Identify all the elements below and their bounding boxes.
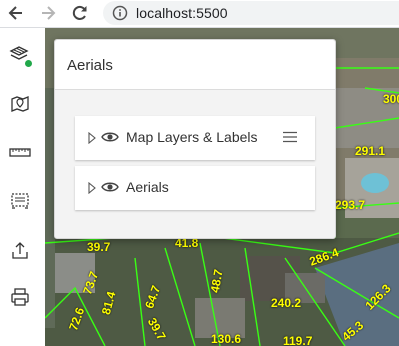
layer-label: Map Layers & Labels xyxy=(126,129,258,145)
parcel-label: 293.7 xyxy=(335,198,366,212)
parcel-label: 291.1 xyxy=(355,144,386,158)
parcel-label: 72.6 xyxy=(66,305,88,333)
hamburger-menu-icon[interactable] xyxy=(283,131,297,143)
parcel-label: 39.7 xyxy=(144,315,169,343)
chevron-right-icon[interactable] xyxy=(88,132,96,144)
parcel-label: 119.7 xyxy=(283,334,313,346)
layer-label: Aerials xyxy=(126,179,169,195)
parcel-label: 240.2 xyxy=(271,296,302,310)
reload-icon[interactable] xyxy=(70,3,90,23)
back-arrow-icon[interactable] xyxy=(6,3,26,23)
parcel-label: 130.6 xyxy=(211,332,242,346)
map-layers-icon[interactable] xyxy=(7,42,33,68)
layer-item-map-layers-labels[interactable]: Map Layers & Labels xyxy=(75,116,315,160)
printer-icon[interactable] xyxy=(7,284,33,310)
ruler-icon[interactable] xyxy=(7,140,33,166)
parcel-label: 73.7 xyxy=(80,269,102,297)
panel-title: Aerials xyxy=(67,57,113,74)
address-bar[interactable]: localhost:5500 xyxy=(103,1,399,25)
parcel-label: 81.4 xyxy=(98,289,119,317)
eye-visibility-icon[interactable] xyxy=(101,180,119,194)
parcel-label: 126.3 xyxy=(362,281,394,313)
info-icon[interactable] xyxy=(112,5,128,21)
layer-list-panel: Aerials Map Layers & Labels Aerials xyxy=(54,39,336,239)
active-indicator xyxy=(25,60,32,67)
layer-item-aerials[interactable]: Aerials xyxy=(75,166,315,210)
map-tools-sidebar xyxy=(0,28,46,346)
eye-visibility-icon[interactable] xyxy=(101,130,119,144)
parcel-label: 64.7 xyxy=(142,283,164,311)
selection-icon[interactable] xyxy=(7,188,33,214)
parcel-label: 286.4 xyxy=(307,245,341,269)
parcel-label: 39.7 xyxy=(87,240,111,254)
parcel-label: 300 xyxy=(383,92,399,106)
parcel-label: 45.3 xyxy=(339,318,367,344)
share-upload-icon[interactable] xyxy=(7,238,33,264)
browser-toolbar: localhost:5500 xyxy=(0,0,399,28)
url-text: localhost:5500 xyxy=(136,5,228,21)
map-bookmark-icon[interactable] xyxy=(7,90,33,116)
parcel-label: 48.7 xyxy=(207,268,226,294)
chevron-right-icon[interactable] xyxy=(88,182,96,194)
panel-header: Aerials xyxy=(55,40,335,90)
forward-arrow-icon[interactable] xyxy=(38,3,58,23)
